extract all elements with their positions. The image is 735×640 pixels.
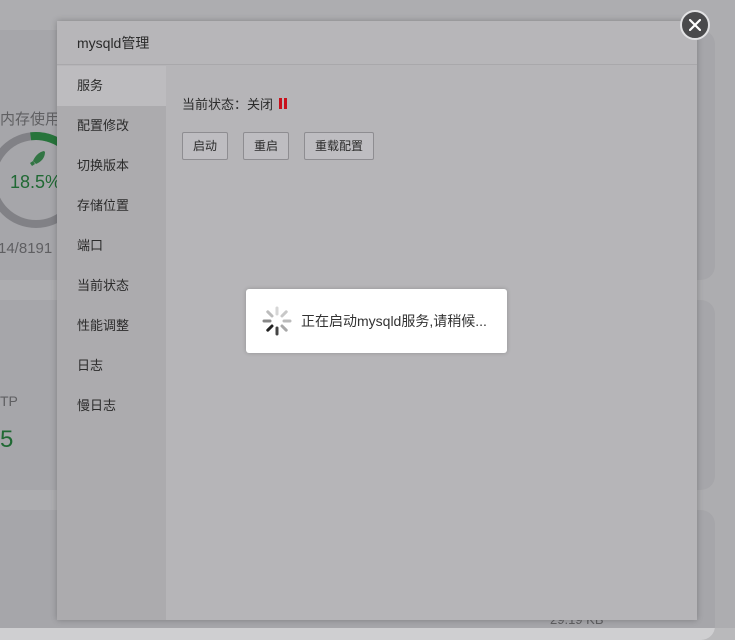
sidebar-item-status[interactable]: 当前状态 — [57, 266, 166, 306]
sidebar-item-port[interactable]: 端口 — [57, 226, 166, 266]
status-text: 当前状态：关闭 — [182, 97, 274, 112]
spinner-icon — [262, 306, 292, 336]
loading-message: 正在启动mysqld服务,请稍候... — [301, 313, 487, 329]
reload-config-button[interactable]: 重载配置 — [304, 132, 375, 160]
dialog-header: mysqld管理 — [57, 21, 697, 65]
pause-status-icon — [279, 98, 288, 109]
restart-button[interactable]: 重启 — [243, 132, 290, 160]
sidebar-item-config[interactable]: 配置修改 — [57, 106, 166, 146]
sidebar-item-storage[interactable]: 存储位置 — [57, 186, 166, 226]
sidebar-item-switch-version[interactable]: 切换版本 — [57, 146, 166, 186]
close-button[interactable] — [680, 10, 710, 40]
dialog-sidebar: 服务 配置修改 切换版本 存储位置 端口 当前状态 性能调整 日志 慢日志 — [57, 66, 166, 620]
service-status: 当前状态：关闭 — [182, 94, 288, 113]
dialog-title: mysqld管理 — [77, 34, 150, 51]
sidebar-item-log[interactable]: 日志 — [57, 346, 166, 386]
loading-toast: 正在启动mysqld服务,请稍候... — [246, 289, 507, 353]
close-icon — [689, 19, 701, 31]
service-actions: 启动 重启 重载配置 — [182, 132, 375, 160]
start-button[interactable]: 启动 — [182, 132, 229, 160]
sidebar-item-service[interactable]: 服务 — [57, 66, 166, 106]
sidebar-item-slow-log[interactable]: 慢日志 — [57, 386, 166, 426]
sidebar-item-performance[interactable]: 性能调整 — [57, 306, 166, 346]
